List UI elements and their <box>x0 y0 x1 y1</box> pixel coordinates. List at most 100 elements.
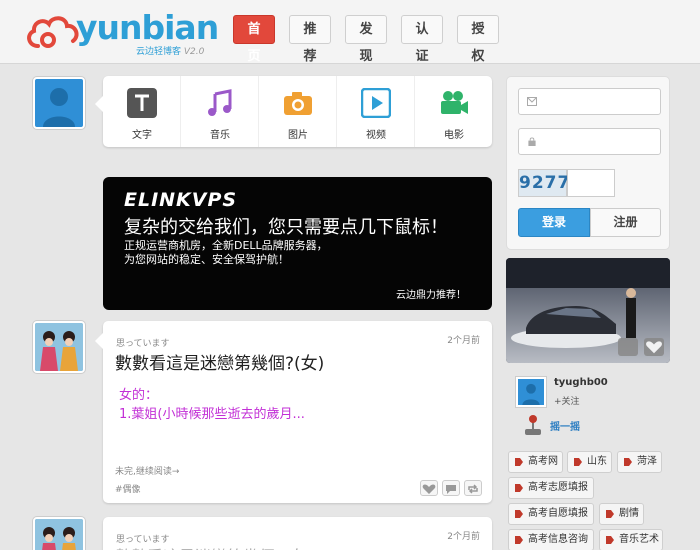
post-body-line: 1.葉姐(小時候那些逝去的歲月... <box>119 407 305 422</box>
post-tag[interactable]: #偶像 <box>115 482 141 495</box>
like-button[interactable] <box>420 480 438 496</box>
photo-prev-button[interactable] <box>618 338 638 356</box>
user-silhouette-icon <box>522 383 540 405</box>
site-logo[interactable]: yunbian 云边轻博客 V2.0 <box>24 6 219 58</box>
shake-link[interactable]: 摇一摇 <box>550 418 580 433</box>
tag-label: 音乐艺术 <box>619 534 659 545</box>
post-type-label: 视频 <box>366 130 386 141</box>
tag-label: 山东 <box>587 456 607 467</box>
post-type-text[interactable]: 文字 <box>103 76 181 147</box>
tag-icon <box>515 510 523 518</box>
post-type-image[interactable]: 图片 <box>259 76 337 147</box>
nav-home[interactable]: 首页 <box>233 15 275 64</box>
featured-photo[interactable] <box>506 258 670 363</box>
comment-button[interactable] <box>442 480 460 496</box>
post-title-clipped[interactable]: 數數看這是迷戀第幾個?(女) <box>115 543 312 550</box>
logo-text: yunbian <box>76 8 219 47</box>
post-author-name[interactable]: 思っています <box>116 336 170 349</box>
post-type-label: 图片 <box>288 130 308 141</box>
heart-icon <box>422 484 436 494</box>
tag-icon <box>606 510 614 518</box>
tag-label: 高考信息咨询 <box>528 534 588 545</box>
tag-icon <box>606 536 614 544</box>
tag-icon <box>515 536 523 544</box>
author-photo-icon <box>35 323 83 371</box>
ad-headline: 复杂的交给我们，您只需要点几下鼠标！ <box>124 217 448 238</box>
tag-label: 高考志愿填报 <box>528 482 588 493</box>
my-avatar[interactable] <box>33 77 85 129</box>
nav-recommend[interactable]: 推荐 <box>289 15 331 64</box>
reblog-icon <box>468 484 478 494</box>
post-type-label: 文字 <box>132 130 152 141</box>
tag-icon <box>574 458 582 466</box>
post-time: 2个月前 <box>447 336 480 346</box>
post-type-label: 电影 <box>444 130 464 141</box>
play-icon <box>361 88 391 118</box>
card-pointer <box>95 333 103 349</box>
post-type-video[interactable]: 视频 <box>337 76 415 147</box>
tag-chip[interactable]: 高考信息咨询 <box>508 529 594 550</box>
post-title[interactable]: 數數看這是迷戀第幾個?(女) <box>115 349 324 374</box>
password-field[interactable] <box>518 128 661 155</box>
author-photo-icon <box>35 519 83 550</box>
tag-label: 高考自愿填报 <box>528 508 588 519</box>
login-button[interactable]: 登录 <box>518 208 590 237</box>
tag-label: 剧情 <box>619 508 639 519</box>
post-type-bar: 文字 音乐 图片 视频 电影 <box>95 76 493 147</box>
post-type-music[interactable]: 音乐 <box>181 76 259 147</box>
tag-chip[interactable]: 音乐艺术 <box>599 529 663 550</box>
mail-icon <box>527 97 537 106</box>
ad-text-line: 为您网站的稳定、安全保驾护航！ <box>124 253 289 266</box>
post-type-label: 音乐 <box>210 130 230 141</box>
post-time: 2个月前 <box>447 532 480 542</box>
follow-button[interactable]: +关注 <box>554 394 580 407</box>
music-icon <box>208 89 232 116</box>
read-more-link[interactable]: 未完,继续阅读→ <box>115 464 179 477</box>
card-pointer <box>95 96 103 112</box>
logo-subtitle-text: 云边轻博客 <box>136 47 182 57</box>
post-author-avatar[interactable] <box>33 517 85 550</box>
photo-like-button[interactable] <box>644 338 664 356</box>
tag-chip[interactable]: 高考自愿填报 <box>508 503 594 525</box>
ad-banner[interactable]: ELINKVPS 复杂的交给我们，您只需要点几下鼠标！ 正规运营商机房，全新DE… <box>103 177 492 310</box>
captcha-image[interactable]: 9277 <box>518 169 569 197</box>
post-body-line: 女的： <box>119 388 159 403</box>
cloud-logo-icon <box>27 16 79 48</box>
nav-authorize[interactable]: 授权 <box>457 15 499 64</box>
top-header: yunbian 云边轻博客 V2.0 首页 推荐 发现 认证 授权 <box>0 0 700 64</box>
user-silhouette-icon <box>43 88 75 127</box>
text-icon <box>127 88 157 118</box>
nav-discover[interactable]: 发现 <box>345 15 387 64</box>
post-card: 思っています 2个月前 數數看這是迷戀第幾個?(女) <box>103 517 492 550</box>
tag-label: 高考网 <box>528 456 558 467</box>
register-button[interactable]: 注册 <box>590 208 661 237</box>
heart-icon <box>646 341 662 354</box>
ad-recommend: 云边鼎力推荐！ <box>396 290 466 301</box>
suggested-user-name[interactable]: tyughb00 <box>554 377 608 388</box>
captcha-input[interactable] <box>567 169 615 197</box>
comment-icon <box>446 485 456 494</box>
tag-chip[interactable]: 山东 <box>567 451 612 473</box>
joystick-icon <box>525 415 541 435</box>
reblog-button[interactable] <box>464 480 482 496</box>
lock-icon <box>528 137 536 146</box>
tag-chip[interactable]: 高考志愿填报 <box>508 477 594 499</box>
suggested-user-avatar[interactable] <box>516 377 546 407</box>
post-type-movie[interactable]: 电影 <box>415 76 493 147</box>
tag-chip[interactable]: 高考网 <box>508 451 563 473</box>
tag-chip[interactable]: 菏泽 <box>617 451 662 473</box>
post-author-avatar[interactable] <box>33 321 85 373</box>
tag-chip[interactable]: 剧情 <box>599 503 644 525</box>
tag-icon <box>515 458 523 466</box>
login-panel: 9277 登录 注册 <box>506 76 670 250</box>
film-camera-icon <box>441 91 468 114</box>
logo-version: V2.0 <box>183 47 205 57</box>
camera-icon <box>284 92 312 115</box>
ad-brand: ELINKVPS <box>124 189 238 211</box>
tag-label: 菏泽 <box>637 456 657 467</box>
email-field[interactable] <box>518 88 661 115</box>
tag-icon <box>624 458 632 466</box>
tag-icon <box>515 484 523 492</box>
logo-subtitle: 云边轻博客 V2.0 <box>136 44 204 57</box>
nav-certify[interactable]: 认证 <box>401 15 443 64</box>
